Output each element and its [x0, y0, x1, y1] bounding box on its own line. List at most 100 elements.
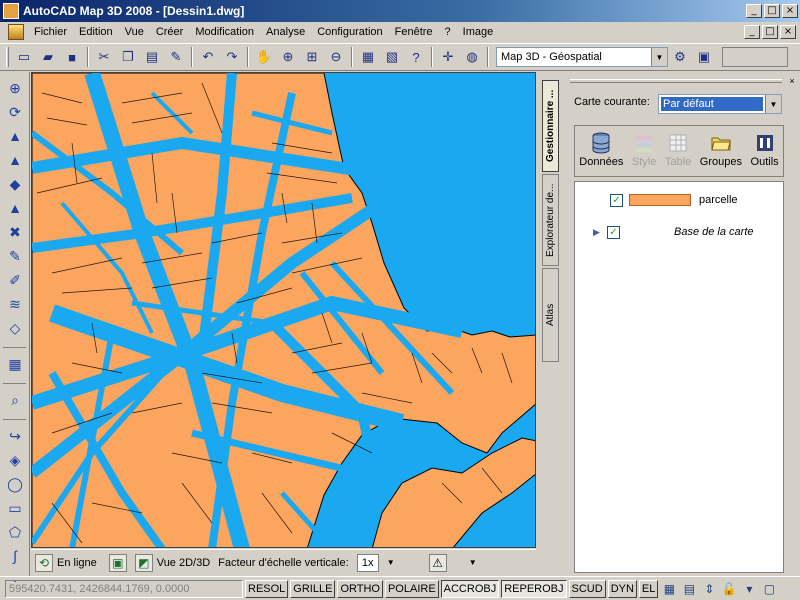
- pane-grip[interactable]: [570, 79, 782, 83]
- crosshair-icon[interactable]: ✛: [437, 46, 459, 68]
- doc-minimize-button[interactable]: _: [744, 25, 760, 39]
- data-tool-button[interactable]: Données: [579, 132, 623, 168]
- pane-close-icon[interactable]: ×: [786, 75, 798, 87]
- ortho-toggle[interactable]: ORTHO: [337, 579, 383, 598]
- open-folder-icon[interactable]: ▰: [37, 46, 59, 68]
- view-2d-icon[interactable]: ▣: [108, 553, 127, 572]
- groups-tool-button[interactable]: Groupes: [700, 132, 742, 168]
- stack-icon[interactable]: ◇: [3, 316, 27, 340]
- globe-icon[interactable]: ◍: [461, 46, 483, 68]
- polygon-icon[interactable]: ⬠: [3, 520, 27, 544]
- ducs-toggle[interactable]: SCUD: [568, 579, 606, 598]
- annotation-icon[interactable]: ▤: [680, 580, 698, 598]
- triangle-layer-3-icon[interactable]: ▲: [3, 196, 27, 220]
- diamond-icon[interactable]: ◆: [3, 172, 27, 196]
- delete-feature-icon[interactable]: ✖: [3, 220, 27, 244]
- zoom-find-icon[interactable]: ⌕: [3, 388, 27, 412]
- tab-display-manager[interactable]: Gestionnaire ...: [542, 80, 559, 172]
- tab-map-explorer[interactable]: Explorateur de...: [542, 174, 559, 266]
- clean-screen-icon[interactable]: ▢: [760, 580, 778, 598]
- map-viewport[interactable]: [31, 72, 536, 548]
- maximize-button[interactable]: □: [764, 4, 780, 18]
- dropdown-arrow-icon[interactable]: ▾: [740, 580, 758, 598]
- cut-icon[interactable]: ✂: [93, 46, 115, 68]
- pencil-icon[interactable]: ✎: [3, 244, 27, 268]
- properties-icon[interactable]: ▦: [357, 46, 379, 68]
- autocad-app-icon[interactable]: [3, 3, 19, 19]
- workspace-settings-icon[interactable]: ⚙: [669, 46, 691, 68]
- layer-visibility-checkbox[interactable]: ✓: [610, 193, 623, 207]
- brush-icon[interactable]: ✐: [3, 268, 27, 292]
- expand-arrow-icon[interactable]: ▶: [593, 227, 603, 238]
- match-properties-icon[interactable]: ✎: [165, 46, 187, 68]
- lineweight-toggle[interactable]: EL: [638, 579, 659, 598]
- menu-analyse[interactable]: Analyse: [260, 26, 311, 38]
- snap-toggle[interactable]: RESOL: [245, 579, 289, 598]
- grid-icon[interactable]: ▦: [3, 352, 27, 376]
- polyline-icon[interactable]: ∫: [3, 544, 27, 568]
- menu-fichier[interactable]: Fichier: [28, 26, 73, 38]
- arc-arrow-icon[interactable]: ↪: [3, 424, 27, 448]
- tools-tool-button[interactable]: Outils: [751, 132, 779, 168]
- minimize-button[interactable]: _: [746, 4, 762, 18]
- polar-toggle[interactable]: POLAIRE: [384, 579, 439, 598]
- copy-icon[interactable]: ❐: [117, 46, 139, 68]
- design-center-icon[interactable]: ▧: [381, 46, 403, 68]
- menu-vue[interactable]: Vue: [119, 26, 150, 38]
- table-tool-button[interactable]: Table: [665, 132, 691, 168]
- circle-icon[interactable]: ◯: [3, 472, 27, 496]
- menu-modification[interactable]: Modification: [189, 26, 260, 38]
- osnap-toggle[interactable]: ACCROBJ: [440, 579, 500, 598]
- triangle-layer-2-icon[interactable]: ▲: [3, 148, 27, 172]
- menu-configuration[interactable]: Configuration: [311, 26, 388, 38]
- menu-help[interactable]: ?: [439, 26, 457, 38]
- help-icon[interactable]: ?: [405, 46, 427, 68]
- menu-edition[interactable]: Edition: [73, 26, 119, 38]
- lock-icon[interactable]: 🔓: [720, 580, 738, 598]
- coordinates-display[interactable]: 595420.7431, 2426844.1769, 0.0000: [5, 579, 243, 598]
- menu-fenetre[interactable]: Fenêtre: [389, 26, 439, 38]
- chevron-down-icon[interactable]: ▼: [765, 95, 781, 113]
- view-3d-icon[interactable]: ◩: [134, 553, 153, 572]
- add-data-icon[interactable]: ⊕: [3, 76, 27, 100]
- save-icon[interactable]: ■: [61, 46, 83, 68]
- triangle-layer-icon[interactable]: ▲: [3, 124, 27, 148]
- online-icon[interactable]: ⟲: [35, 553, 53, 572]
- document-icon[interactable]: [8, 24, 24, 40]
- zoom-previous-icon[interactable]: ⊖: [325, 46, 347, 68]
- chevron-down-icon[interactable]: ▼: [651, 48, 667, 66]
- map-canvas[interactable]: [32, 73, 536, 548]
- warning-icon[interactable]: ⚠: [428, 553, 447, 572]
- layer-row-parcelle[interactable]: ✓ parcelle: [575, 190, 783, 210]
- vertical-scale-value[interactable]: 1x: [356, 553, 379, 572]
- new-file-icon[interactable]: ▭: [13, 46, 35, 68]
- node-icon[interactable]: ◈: [3, 448, 27, 472]
- close-button[interactable]: ×: [782, 4, 798, 18]
- dyn-toggle[interactable]: DYN: [607, 579, 637, 598]
- toolbar-grip[interactable]: [6, 47, 9, 67]
- menu-creer[interactable]: Créer: [150, 26, 190, 38]
- zoom-realtime-icon[interactable]: ⊕: [277, 46, 299, 68]
- status-menu-icon[interactable]: ▼: [465, 554, 481, 572]
- doc-restore-button[interactable]: □: [762, 25, 778, 39]
- zoom-window-icon[interactable]: ⊞: [301, 46, 323, 68]
- menu-image[interactable]: Image: [457, 26, 500, 38]
- layer-visibility-checkbox[interactable]: ✓: [607, 225, 620, 239]
- undo-icon[interactable]: ↶: [197, 46, 219, 68]
- refresh-icon[interactable]: ⟳: [3, 100, 27, 124]
- scale-dropdown-icon[interactable]: ▼: [383, 554, 399, 572]
- redo-icon[interactable]: ↷: [221, 46, 243, 68]
- view-toggle-label[interactable]: Vue 2D/3D: [157, 557, 210, 569]
- scale-icon[interactable]: ⇕: [700, 580, 718, 598]
- workspace-dropdown[interactable]: Map 3D - Géospatial ▼: [496, 47, 668, 67]
- layers-icon[interactable]: ≋: [3, 292, 27, 316]
- model-space-icon[interactable]: ▦: [660, 580, 678, 598]
- tab-atlas[interactable]: Atlas: [542, 268, 559, 362]
- style-tool-button[interactable]: Style: [632, 132, 656, 168]
- grid-toggle[interactable]: GRILLE: [290, 579, 336, 598]
- empty-combo[interactable]: [722, 47, 788, 67]
- paste-icon[interactable]: ▤: [141, 46, 163, 68]
- rectangle-icon[interactable]: ▭: [3, 496, 27, 520]
- layer-row-base-map[interactable]: ▶ ✓ Base de la carte: [575, 222, 783, 242]
- otrack-toggle[interactable]: REPEROBJ: [501, 579, 567, 598]
